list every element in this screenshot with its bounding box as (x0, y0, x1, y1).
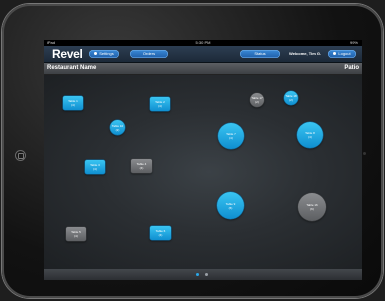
table-9[interactable]: Table 9 (6) (217, 192, 244, 219)
orders-button[interactable]: Orders (130, 50, 168, 58)
page-dot-active[interactable] (196, 273, 199, 276)
table-seats: (4) (93, 167, 97, 171)
table-6[interactable]: Table 6 (4) (150, 226, 171, 240)
table-seats: (2) (255, 100, 259, 104)
table-seats: (4) (158, 104, 162, 108)
gear-icon (94, 52, 98, 56)
status-button[interactable]: Status (240, 50, 280, 58)
table-4[interactable]: Table 4 (4) (131, 159, 152, 173)
table-8[interactable]: Table 8 (4) (297, 122, 323, 148)
area-name[interactable]: Patio (344, 63, 359, 74)
table-seats: (4) (308, 135, 312, 139)
page-footer (44, 269, 362, 280)
status-label: Status (254, 51, 266, 56)
page-dot-inactive[interactable] (205, 273, 208, 276)
section-bar: Restaurant Name Patio (44, 63, 362, 75)
table-seats: (6) (310, 207, 314, 211)
table-seats: (4) (139, 166, 144, 170)
home-button[interactable] (15, 150, 26, 161)
settings-button[interactable]: Settings (89, 50, 119, 58)
table-seats: (6) (228, 205, 233, 210)
power-icon (333, 52, 337, 56)
logout-button[interactable]: Logout (328, 50, 356, 58)
table-seats: (4) (74, 234, 78, 238)
app-screen: iPad 5:30 PM 99% Revel Settings Orders S… (44, 40, 362, 280)
table-7[interactable]: Table 7 (4) (218, 123, 244, 149)
table-seats: (2) (115, 127, 120, 132)
table-18[interactable]: Table 18 (2) (284, 91, 298, 105)
table-10[interactable]: Table 10 (2) (110, 120, 125, 135)
table-seats: (2) (289, 98, 293, 102)
table-5[interactable]: Table 5 (4) (66, 227, 86, 241)
floor-plan: Table 1 (4) Table 2 (4) Table 10 (2) Table 17(… (44, 75, 362, 269)
settings-label: Settings (99, 51, 114, 56)
table-2[interactable]: Table 2 (4) (150, 97, 170, 111)
table-seats: (4) (158, 233, 163, 237)
app-header: Revel Settings Orders Status Welcome, Ti… (44, 46, 362, 63)
table-1[interactable]: Table 1 (4) (63, 96, 83, 110)
ipad-device: iPad 5:30 PM 99% Revel Settings Orders S… (2, 4, 383, 298)
table-3[interactable]: Table 3 (4) (85, 160, 105, 174)
restaurant-name: Restaurant Name (47, 65, 97, 71)
camera-icon (363, 152, 366, 155)
table-17[interactable]: Table 17 (2) (250, 93, 264, 107)
logout-label: Logout (338, 51, 351, 56)
table-seats: (4) (229, 136, 233, 140)
table-16[interactable]: Table 16 (6) (298, 193, 326, 221)
table-seats: (4) (71, 103, 75, 107)
revel-logo: Revel (52, 47, 83, 61)
welcome-text: Welcome, Tim G. (289, 51, 322, 56)
orders-label: Orders (142, 51, 156, 56)
